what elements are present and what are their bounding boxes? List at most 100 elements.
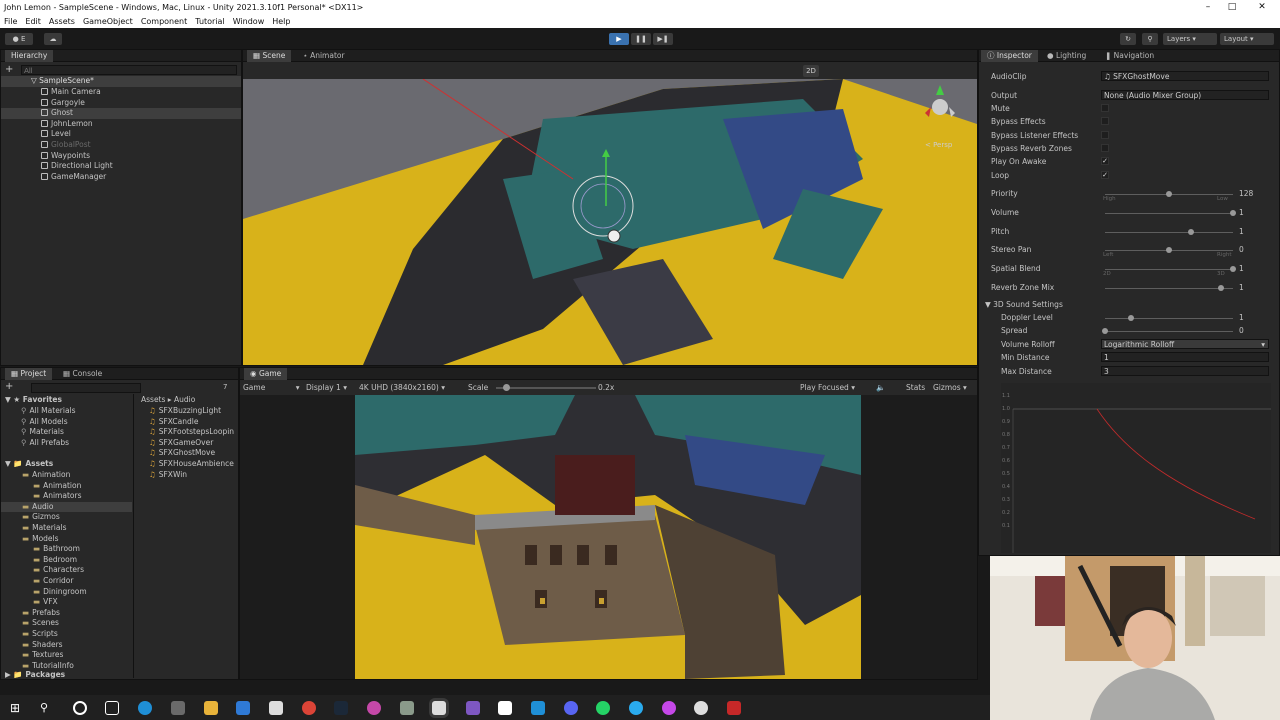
- tab-animator[interactable]: ⋆ Animator: [297, 50, 351, 62]
- step-button[interactable]: ▶❚: [653, 33, 673, 45]
- hierarchy-search-input[interactable]: [21, 65, 237, 75]
- asset-folder[interactable]: ▬ Models: [1, 534, 132, 545]
- rolloff-curve-graph[interactable]: 1.1 1.0 0.9 0.8 0.7 0.6 0.5 0.4 0.3 0.2 0.1: [1001, 383, 1271, 553]
- asset-folder[interactable]: ▬ Bathroom: [1, 544, 132, 555]
- tbtn-2d[interactable]: 2D: [803, 65, 819, 77]
- scene-root[interactable]: ▽ SampleScene*: [1, 76, 241, 87]
- tab-project[interactable]: ▦ Project: [5, 368, 53, 380]
- unity-editor-icon[interactable]: [432, 701, 446, 715]
- unity-hub-icon[interactable]: [269, 701, 283, 715]
- game-viewport[interactable]: [355, 395, 861, 679]
- resolution-dropdown[interactable]: 4K UHD (3840x2160) ▾: [359, 380, 445, 395]
- scale-slider-knob[interactable]: [503, 384, 510, 391]
- hierarchy-item[interactable]: Main Camera: [1, 87, 241, 98]
- asset-folder[interactable]: ▬ Diningroom: [1, 587, 132, 598]
- search-icon[interactable]: ⚲: [40, 701, 54, 715]
- toggle-checkbox[interactable]: [1101, 130, 1109, 139]
- add-icon[interactable]: +: [5, 64, 13, 75]
- property-slider[interactable]: [1105, 285, 1233, 291]
- hierarchy-item[interactable]: GlobalPost: [1, 140, 241, 151]
- visual-studio-icon[interactable]: [466, 701, 480, 715]
- project-search-input[interactable]: [31, 383, 141, 393]
- favorite-item[interactable]: ⚲ All Prefabs: [21, 438, 69, 449]
- doppler-knob[interactable]: [1127, 315, 1134, 321]
- messenger-icon[interactable]: [662, 701, 676, 715]
- menu-item-edit[interactable]: Edit: [25, 17, 41, 26]
- slider-knob[interactable]: [1230, 266, 1236, 273]
- hierarchy-item[interactable]: Waypoints: [1, 151, 241, 162]
- edge-icon[interactable]: [138, 701, 152, 715]
- scene-viewport[interactable]: < Persp: [243, 79, 977, 365]
- property-slider[interactable]: [1105, 228, 1233, 235]
- rolloff-dropdown[interactable]: Logarithmic Rolloff ▾: [1101, 339, 1269, 349]
- asset-folder[interactable]: ▬ Scenes: [1, 618, 132, 629]
- file-explorer-icon[interactable]: [204, 701, 218, 715]
- menu-item-assets[interactable]: Assets: [49, 17, 75, 26]
- chrome-icon[interactable]: [302, 701, 316, 715]
- tool-icon[interactable]: [400, 701, 414, 715]
- audio-file[interactable]: ♫ SFXHouseAmbience: [149, 459, 234, 470]
- play-mode-dropdown[interactable]: Play Focused ▾: [800, 380, 855, 395]
- task-view-icon[interactable]: [105, 701, 119, 715]
- search-icon[interactable]: ⚲: [1142, 33, 1158, 45]
- audio-clip-field[interactable]: ♫ SFXGhostMove: [1101, 71, 1269, 81]
- property-slider[interactable]: [1105, 266, 1236, 273]
- discord-icon[interactable]: [564, 701, 578, 715]
- max-distance-field[interactable]: 3: [1101, 366, 1269, 376]
- audio-file[interactable]: ♫ SFXFootstepsLoopin: [149, 427, 234, 438]
- layout-dropdown[interactable]: Layout ▾: [1220, 33, 1274, 45]
- asset-folder[interactable]: ▬ Prefabs: [1, 608, 132, 619]
- property-slider[interactable]: [1105, 247, 1233, 254]
- spread-knob[interactable]: [1102, 328, 1108, 334]
- add-asset-icon[interactable]: +: [5, 381, 13, 392]
- breadcrumb-audio[interactable]: Audio: [174, 395, 195, 404]
- menu-item-component[interactable]: Component: [141, 17, 187, 26]
- audio-file[interactable]: ♫ SFXGhostMove: [149, 448, 215, 459]
- toggle-checkbox[interactable]: [1101, 104, 1109, 112]
- slider-knob[interactable]: [1166, 247, 1172, 254]
- property-slider[interactable]: [1105, 191, 1233, 197]
- asset-folder[interactable]: ▬ Animation: [1, 470, 132, 481]
- tab-lighting[interactable]: ● Lighting: [1041, 50, 1092, 62]
- audio-file[interactable]: ♫ SFXWin: [149, 470, 187, 481]
- doppler-slider[interactable]: [1105, 315, 1233, 321]
- menu-item-file[interactable]: File: [4, 17, 17, 26]
- close-icon[interactable]: ✕: [1244, 0, 1280, 15]
- account-button[interactable]: ● E: [5, 33, 33, 45]
- slider-knob[interactable]: [1230, 209, 1236, 216]
- history-icon[interactable]: ↻: [1120, 33, 1136, 45]
- favorite-item[interactable]: ⚲ All Materials: [21, 406, 76, 417]
- scale-slider[interactable]: [496, 384, 596, 391]
- toggle-checkbox[interactable]: [1101, 117, 1109, 126]
- mail-icon[interactable]: [236, 701, 250, 715]
- menu-item-tutorial[interactable]: Tutorial: [195, 17, 224, 26]
- property-slider[interactable]: [1105, 209, 1236, 216]
- favorite-item[interactable]: ⚲ Materials: [21, 427, 64, 438]
- assets-header[interactable]: ▼ 📁 Assets: [5, 459, 53, 470]
- slider-knob[interactable]: [1187, 228, 1194, 235]
- filezilla-icon[interactable]: [727, 701, 741, 715]
- asset-folder[interactable]: ▬ Shaders: [1, 640, 132, 651]
- tab-navigation[interactable]: ❚ Navigation: [1099, 50, 1160, 62]
- hierarchy-item[interactable]: Level: [1, 129, 241, 140]
- spread-slider[interactable]: [1102, 328, 1233, 334]
- hierarchy-item[interactable]: Directional Light: [1, 161, 241, 172]
- audio-file[interactable]: ♫ SFXGameOver: [149, 438, 213, 449]
- asset-folder[interactable]: ▬ Gizmos: [1, 512, 132, 523]
- asset-folder[interactable]: ▬ Scripts: [1, 629, 132, 640]
- menu-item-window[interactable]: Window: [233, 17, 265, 26]
- toggle-checkbox[interactable]: [1101, 143, 1109, 152]
- favorite-item[interactable]: ⚲ All Models: [21, 417, 68, 428]
- store-icon[interactable]: [171, 701, 185, 715]
- menu-item-gameobject[interactable]: GameObject: [83, 17, 133, 26]
- pause-button[interactable]: ❚❚: [631, 33, 651, 45]
- output-field[interactable]: None (Audio Mixer Group): [1101, 90, 1269, 100]
- display-dropdown[interactable]: Display 1 ▾: [306, 380, 347, 395]
- play-button[interactable]: ▶: [609, 33, 629, 45]
- asset-folder[interactable]: ▬ Animation: [1, 481, 132, 492]
- asset-folder[interactable]: ▬ Characters: [1, 565, 132, 576]
- notion-icon[interactable]: [498, 701, 512, 715]
- obs-icon[interactable]: [694, 701, 708, 715]
- gizmos-dropdown[interactable]: Gizmos ▾: [933, 380, 967, 395]
- audio-file[interactable]: ♫ SFXCandle: [149, 417, 198, 428]
